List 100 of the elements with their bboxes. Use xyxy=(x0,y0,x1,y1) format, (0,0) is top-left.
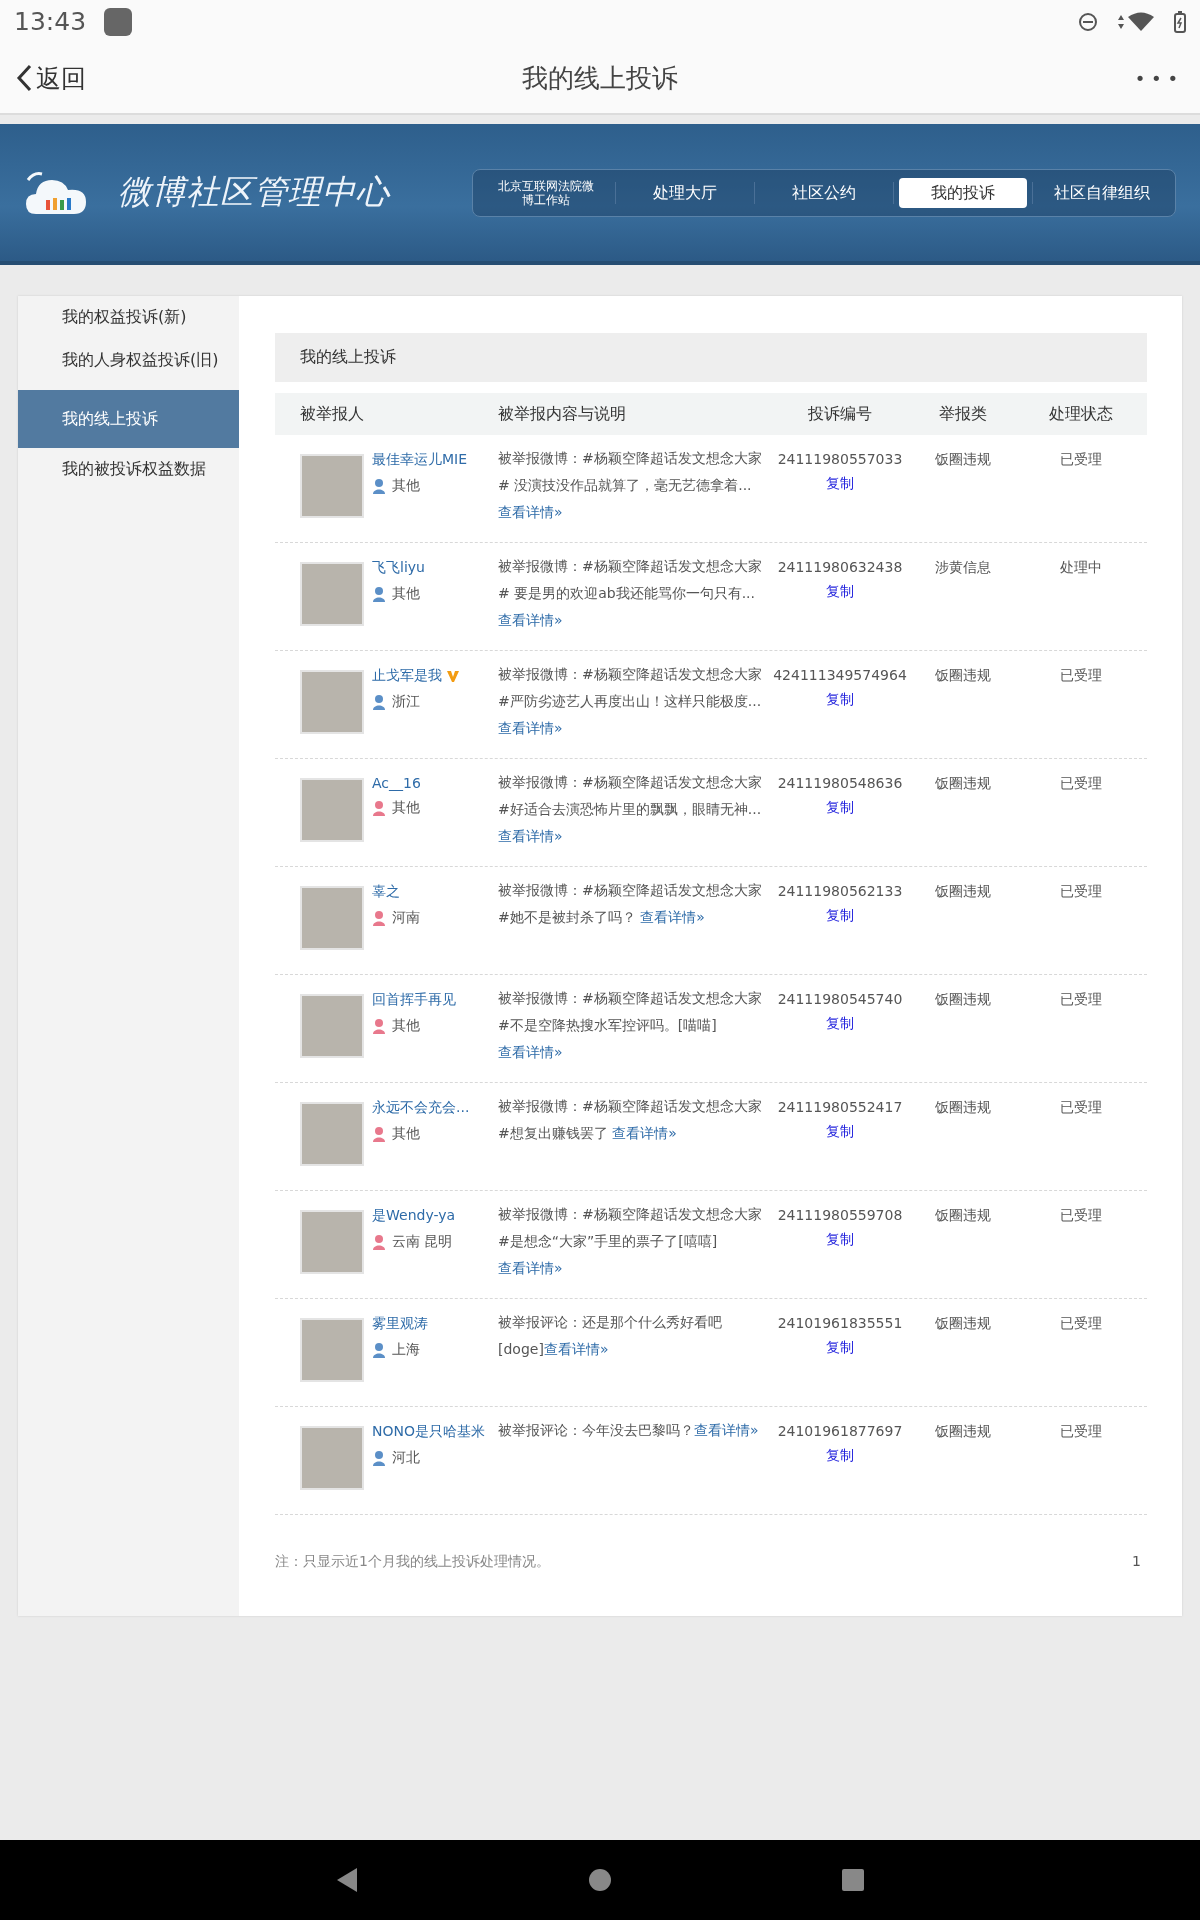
details-link[interactable]: 查看详情» xyxy=(498,1260,563,1276)
copy-link[interactable]: 复制 xyxy=(826,1123,854,1141)
category-text: 饭圈违规 xyxy=(933,667,992,685)
details-link[interactable]: 查看详情» xyxy=(640,909,705,925)
complaint-number: 24111980557033 xyxy=(777,451,903,467)
copy-link[interactable]: 复制 xyxy=(826,1447,854,1465)
complaint-number: 24111980552417 xyxy=(777,1099,903,1115)
complaint-text: 被举报微博：#杨颖空降超话发文想念大家#严防劣迹艺人再度出山！这样只能极度... 查看详情» xyxy=(498,665,763,738)
complaint-number: 24111980632438 xyxy=(777,559,903,575)
user-name-link[interactable]: 回首挥手再见 xyxy=(372,991,456,1009)
page-number[interactable]: 1 xyxy=(1132,1553,1147,1571)
status-text: 已受理 xyxy=(1059,991,1103,1009)
photo-placeholder xyxy=(300,994,364,1058)
user-name-link[interactable]: 是Wendy-ya xyxy=(372,1207,456,1225)
category-text: 饭圈违规 xyxy=(933,1099,992,1117)
do-not-disturb-icon xyxy=(1078,11,1098,32)
column-header: 处理状态 xyxy=(1048,403,1114,425)
category-text: 饭圈违规 xyxy=(933,883,992,901)
recents-square-icon[interactable] xyxy=(841,1868,866,1892)
nav-tab[interactable]: 社区公约 xyxy=(760,177,888,208)
copy-link[interactable]: 复制 xyxy=(826,691,854,709)
complaint-text: 被举报微博：#杨颖空降超话发文想念大家#她不是被封杀了吗？ 查看详情» xyxy=(498,881,763,927)
photo-placeholder xyxy=(300,562,364,626)
details-link[interactable]: 查看详情» xyxy=(498,1044,563,1060)
location-text: 上海 xyxy=(392,1341,420,1359)
details-link[interactable]: 查看详情» xyxy=(498,828,563,844)
category-text: 饭圈违规 xyxy=(933,991,992,1009)
category-text: 饭圈违规 xyxy=(933,451,992,469)
user-name-link[interactable]: 飞飞liyu xyxy=(372,559,425,577)
site-title: 微博社区管理中心 xyxy=(118,171,390,213)
complaint-number: 24101961835551 xyxy=(777,1315,903,1331)
user-name-link[interactable]: NONO是只哈基米 xyxy=(372,1423,485,1441)
sidebar-item[interactable]: 我的被投诉权益数据 xyxy=(18,448,239,491)
copy-link[interactable]: 复制 xyxy=(826,1015,854,1033)
complaint-text: 被举报微博：#杨颖空降超话发文想念大家#是想念“大家”手里的票子了[嘻嘻] 查看详情» xyxy=(498,1205,763,1278)
battery-icon xyxy=(1174,10,1186,33)
category-text: 饭圈违规 xyxy=(933,775,992,793)
photo-placeholder xyxy=(300,454,364,518)
complaint-number: 24101961877697 xyxy=(777,1423,903,1439)
nav-tab[interactable]: 社区自律组织 xyxy=(1038,177,1166,208)
details-link[interactable]: 查看详情» xyxy=(543,1341,609,1357)
user-name-link[interactable]: 止戈军是我 xyxy=(372,667,442,685)
status-text: 已受理 xyxy=(1059,667,1103,685)
user-name-link[interactable]: 雾里观涛 xyxy=(372,1315,428,1333)
complaint-number: 424111349574964 xyxy=(773,667,907,683)
copy-link[interactable]: 复制 xyxy=(826,583,854,601)
footnote: 注：只显示近1个月我的线上投诉处理情况。 xyxy=(275,1553,550,1571)
complaint-number: 24111980562133 xyxy=(777,883,903,899)
nav-tab[interactable]: 处理大厅 xyxy=(621,177,749,208)
more-button[interactable]: • • • xyxy=(1044,66,1184,90)
photo-placeholder xyxy=(300,886,364,950)
details-link[interactable]: 查看详情» xyxy=(498,720,563,736)
location-text: 其他 xyxy=(392,477,420,495)
home-circle-icon[interactable] xyxy=(588,1868,612,1892)
back-button[interactable]: 返回 xyxy=(16,61,156,95)
chevron-left-icon xyxy=(16,64,32,92)
panel-title: 我的线上投诉 xyxy=(275,333,1147,382)
app-icon xyxy=(104,7,133,36)
column-header: 被举报内容与说明 xyxy=(498,403,627,425)
user-name-link[interactable]: 辜之 xyxy=(372,883,400,901)
copy-link[interactable]: 复制 xyxy=(826,1339,854,1357)
location-text: 河北 xyxy=(392,1449,420,1467)
status-text: 已受理 xyxy=(1059,1315,1103,1333)
copy-link[interactable]: 复制 xyxy=(826,1231,854,1249)
photo-placeholder xyxy=(300,1102,364,1166)
complaint-number: 24111980545740 xyxy=(777,991,903,1007)
details-link[interactable]: 查看详情» xyxy=(612,1125,677,1141)
details-link[interactable]: 查看详情» xyxy=(498,612,563,628)
location-text: 浙江 xyxy=(392,693,420,711)
details-link[interactable]: 查看详情» xyxy=(498,504,563,520)
sidebar-item[interactable]: 我的线上投诉 xyxy=(18,390,239,448)
column-header: 被举报人 xyxy=(299,403,365,425)
sidebar-item[interactable]: 我的权益投诉(新) xyxy=(18,296,239,339)
complaint-text: 被举报微博：#杨颖空降超话发文想念大家# 没演技没作品就算了，毫无艺德拿着... 查看详情» xyxy=(498,449,763,522)
copy-link[interactable]: 复制 xyxy=(826,475,854,493)
location-text: 其他 xyxy=(392,585,420,603)
complaint-number: 24111980559708 xyxy=(777,1207,903,1223)
status-text: 已受理 xyxy=(1059,1207,1103,1225)
location-text: 云南 昆明 xyxy=(392,1233,453,1251)
location-text: 其他 xyxy=(392,799,420,817)
user-name-link[interactable]: 永远不会充会... xyxy=(372,1099,470,1117)
photo-placeholder xyxy=(300,670,364,734)
column-header: 举报类 xyxy=(937,403,988,425)
status-text: 已受理 xyxy=(1059,1423,1103,1441)
photo-placeholder xyxy=(300,1318,364,1382)
status-text: 处理中 xyxy=(1059,559,1103,577)
column-header: 投诉编号 xyxy=(807,403,873,425)
nav-tab[interactable]: 北京互联网法院微博工作站 xyxy=(482,177,610,208)
details-link[interactable]: 查看详情» xyxy=(694,1422,759,1438)
status-text: 已受理 xyxy=(1059,451,1103,469)
complaint-text: 被举报微博：#杨颖空降超话发文想念大家# 要是男的欢迎ab我还能骂你一句只有... 查看详情» xyxy=(498,557,763,630)
user-name-link[interactable]: Ac__16 xyxy=(372,775,421,791)
nav-tab[interactable]: 我的投诉 xyxy=(899,177,1027,208)
sidebar-item[interactable]: 我的人身权益投诉(旧) xyxy=(18,339,239,382)
photo-placeholder xyxy=(300,778,364,842)
status-text: 已受理 xyxy=(1059,883,1103,901)
copy-link[interactable]: 复制 xyxy=(826,907,854,925)
copy-link[interactable]: 复制 xyxy=(826,799,854,817)
location-text: 河南 xyxy=(392,909,420,927)
user-name-link[interactable]: 最佳幸运儿MIE xyxy=(372,451,468,469)
